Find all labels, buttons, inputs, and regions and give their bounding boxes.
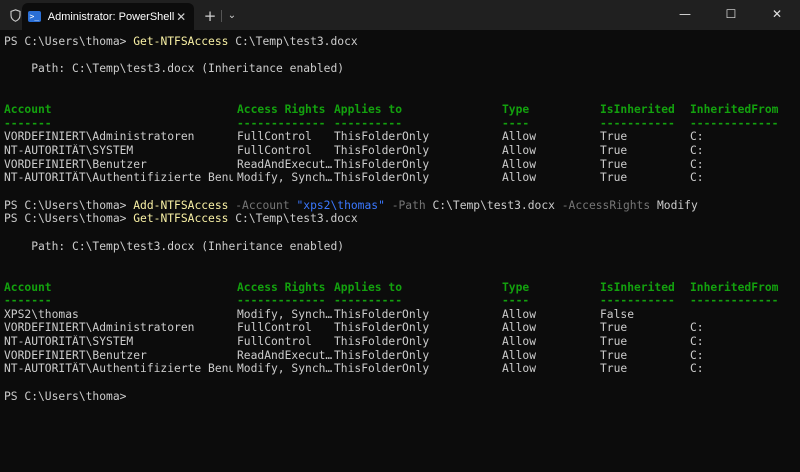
header-account: Account — [4, 103, 52, 117]
prompt: PS C:\Users\thoma> — [4, 198, 134, 212]
prompt: PS C:\Users\thoma> — [4, 35, 134, 48]
header-isinherited: IsInherited — [600, 103, 675, 117]
table-row: NT-AUTORITÄT\Authentifizierte Benu… Modi… — [4, 171, 704, 185]
chevron-down-icon[interactable]: ⌄ — [223, 6, 241, 26]
powershell-icon: >_ — [28, 11, 41, 22]
tab-separator — [221, 10, 222, 22]
table-row: VORDEFINIERT\Benutzer ReadAndExecut… Thi… — [4, 157, 704, 171]
table-row: NT-AUTORITÄT\Authentifizierte Benu… Modi… — [4, 362, 704, 376]
header-applies-to: Applies to — [334, 103, 403, 117]
cmdlet-name: Get-NTFSAccess — [133, 35, 229, 48]
powershell-window: >_ Administrator: PowerShell ✕ + ⌄ — ☐ ✕… — [0, 0, 800, 439]
table-header: Account Access Rights Applies to Type Is… — [4, 103, 800, 117]
tab-powershell[interactable]: >_ Administrator: PowerShell ✕ — [22, 3, 194, 30]
terminal-output[interactable]: PS C:\Users\thoma> Get-NTFSAccess C:\Tem… — [0, 30, 800, 439]
header-applies-to: Applies to — [334, 280, 403, 294]
command-line: PS C:\Users\thoma> Get-NTFSAccess C:\Tem… — [4, 212, 800, 226]
close-window-button[interactable]: ✕ — [754, 0, 800, 28]
table-row: VORDEFINIERT\Administratoren FullControl… — [4, 321, 704, 335]
current-prompt[interactable]: PS C:\Users\thoma> — [4, 390, 800, 404]
header-access-rights: Access Rights — [237, 280, 326, 294]
maximize-button[interactable]: ☐ — [708, 0, 754, 28]
table-row: VORDEFINIERT\Benutzer ReadAndExecut… Thi… — [4, 348, 704, 362]
command-line: PS C:\Users\thoma> Add-NTFSAccess -Accou… — [4, 199, 800, 213]
table-row: XPS2\thomas Modify, Synch… ThisFolderOnl… — [4, 307, 635, 321]
rights-value: Modify — [656, 198, 698, 212]
path-value: C:\Temp\test3.docx — [432, 198, 555, 212]
table-row: NT-AUTORITÄT\SYSTEM FullControl ThisFold… — [4, 144, 704, 158]
table-row: VORDEFINIERT\Administratoren FullControl… — [4, 130, 704, 144]
header-inheritedfrom: InheritedFrom — [690, 280, 779, 294]
title-bar[interactable]: >_ Administrator: PowerShell ✕ + ⌄ — ☐ ✕ — [0, 0, 800, 30]
close-tab-icon[interactable]: ✕ — [174, 10, 188, 24]
table-row: NT-AUTORITÄT\SYSTEM FullControl ThisFold… — [4, 335, 704, 349]
table-header: Account Access Rights Applies to Type Is… — [4, 281, 800, 295]
window-controls: — ☐ ✕ — [662, 0, 800, 30]
header-access-rights: Access Rights — [237, 103, 326, 117]
parameter-accessrights: -AccessRights — [554, 198, 657, 212]
parameter-path: -Path — [384, 198, 433, 212]
command-args: C:\Temp\test3.docx — [228, 35, 358, 48]
header-account: Account — [4, 280, 52, 294]
table-header-underline: ------- ------------- ---------- ---- --… — [4, 116, 779, 130]
header-type: Type — [502, 280, 530, 294]
path-line: Path: C:\Temp\test3.docx (Inheritance en… — [4, 62, 345, 76]
header-inheritedfrom: InheritedFrom — [690, 103, 779, 117]
cmdlet-name: Add-NTFSAccess — [133, 198, 229, 212]
header-type: Type — [502, 103, 530, 117]
string-value: "xps2\thomas" — [296, 198, 385, 212]
cmdlet-name: Get-NTFSAccess — [133, 212, 229, 226]
path-line: Path: C:\Temp\test3.docx (Inheritance en… — [4, 239, 345, 253]
prompt: PS C:\Users\thoma> — [4, 212, 134, 226]
command-line: PS C:\Users\thoma> Get-NTFSAccess C:\Tem… — [4, 35, 800, 49]
header-isinherited: IsInherited — [600, 280, 675, 294]
parameter-account: -Account — [228, 198, 297, 212]
new-tab-button[interactable]: + — [200, 6, 220, 26]
tab-title: Administrator: PowerShell — [47, 10, 175, 23]
table-header-underline: ------- ------------- ---------- ---- --… — [4, 294, 779, 308]
minimize-button[interactable]: — — [662, 0, 708, 28]
command-args: C:\Temp\test3.docx — [228, 212, 358, 226]
